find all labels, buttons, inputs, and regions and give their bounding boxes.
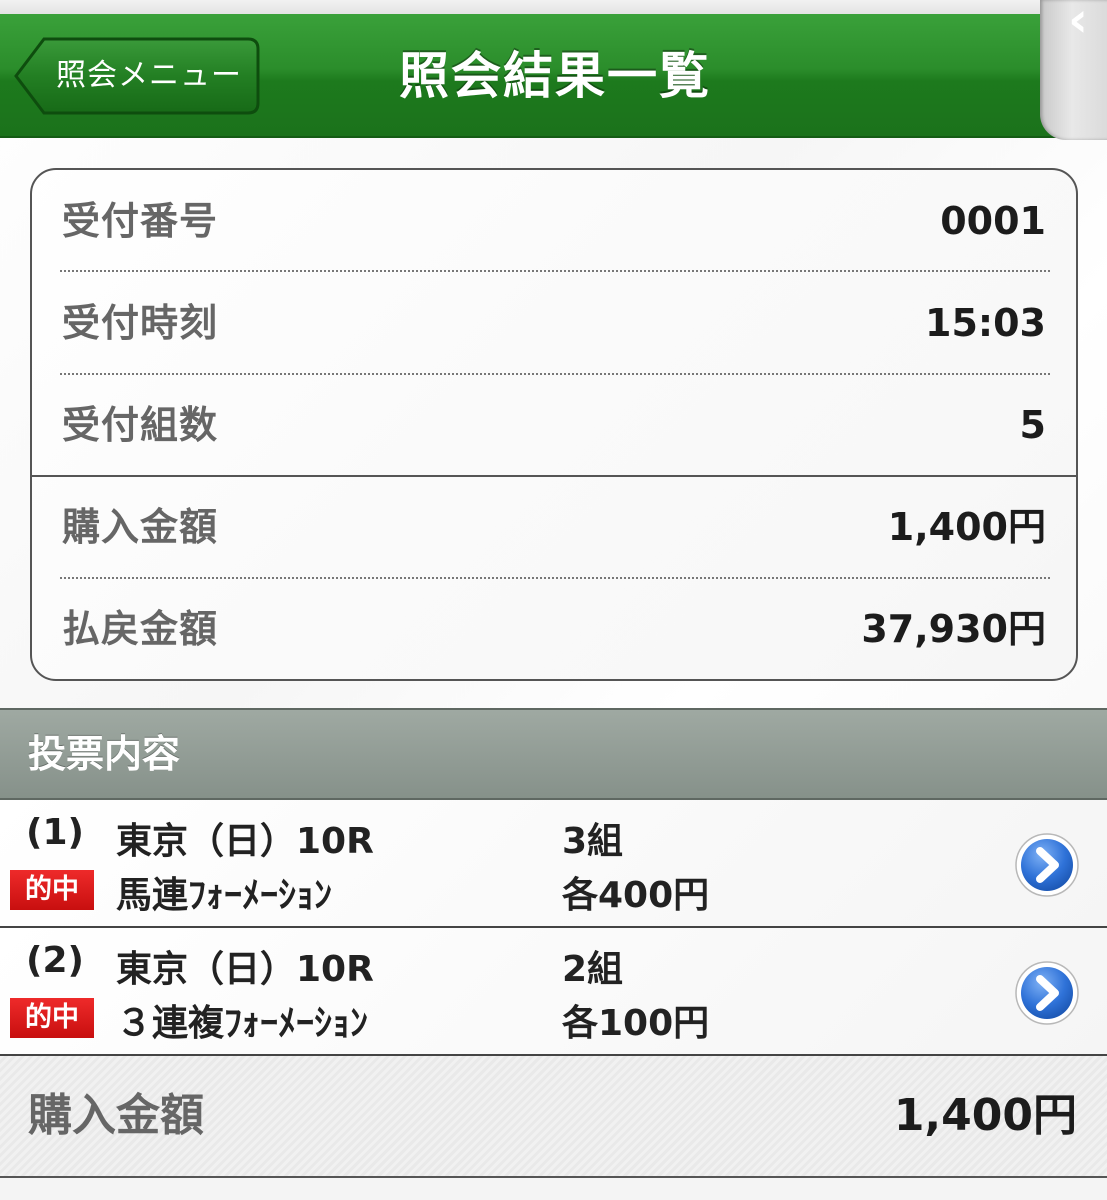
bet-row-1[interactable]: (1) 東京（日）10R 3組 的中 馬連ﾌｫｰﾒｰｼｮﾝ 各400円 xyxy=(0,800,1107,928)
bet-number: (1) xyxy=(26,812,84,853)
page-title: 照会結果一覧 xyxy=(399,47,711,105)
summary-row-receipt-number: 受付番号 0001 xyxy=(32,170,1076,272)
bet-race: 東京（日）10R xyxy=(116,821,374,862)
hit-badge: 的中 xyxy=(10,870,94,910)
summary-value: 0001 xyxy=(940,199,1046,243)
bet-combination-count: 3組 xyxy=(562,821,624,862)
footer-label: 購入金額 xyxy=(28,1090,204,1141)
chevron-right-circle-icon[interactable] xyxy=(1014,960,1080,1026)
chevron-right-circle-icon[interactable] xyxy=(1014,832,1080,898)
hit-badge: 的中 xyxy=(10,998,94,1038)
summary-label: 受付組数 xyxy=(62,403,219,447)
bottom-strip xyxy=(0,1178,1107,1200)
section-title: 投票内容 xyxy=(28,732,181,776)
bet-number: (2) xyxy=(26,940,84,981)
summary-value: 1,400円 xyxy=(887,505,1046,549)
back-button-label: 照会メニュー xyxy=(56,58,242,93)
side-drawer-tab[interactable]: ‹ xyxy=(1040,0,1107,140)
footer-value: 1,400円 xyxy=(893,1090,1077,1141)
chevron-left-icon: ‹ xyxy=(1068,0,1088,48)
summary-row-receipt-time: 受付時刻 15:03 xyxy=(32,272,1076,374)
summary-label: 受付時刻 xyxy=(62,301,219,345)
section-header-bet-details: 投票内容 xyxy=(0,708,1107,800)
back-to-menu-button[interactable]: 照会メニュー xyxy=(14,36,260,116)
summary-card: 受付番号 0001 受付時刻 15:03 受付組数 5 購入金額 1,400円 … xyxy=(30,168,1078,681)
bet-type: 馬連ﾌｫｰﾒｰｼｮﾝ xyxy=(116,875,333,916)
bet-race: 東京（日）10R xyxy=(116,949,374,990)
summary-row-payout-amount: 払戻金額 37,930円 xyxy=(32,578,1076,680)
bet-combination-count: 2組 xyxy=(562,949,624,990)
summary-row-combination-count: 受付組数 5 xyxy=(32,374,1076,476)
summary-value: 37,930円 xyxy=(861,607,1046,651)
summary-value: 15:03 xyxy=(925,301,1046,345)
summary-label: 受付番号 xyxy=(62,199,219,243)
bet-amount-each: 各400円 xyxy=(562,875,710,916)
summary-value: 5 xyxy=(1019,403,1046,447)
bet-row-2[interactable]: (2) 東京（日）10R 2組 的中 ３連複ﾌｫｰﾒｰｼｮﾝ 各100円 xyxy=(0,928,1107,1056)
summary-label: 購入金額 xyxy=(62,505,219,549)
footer-total: 購入金額 1,400円 xyxy=(0,1056,1107,1178)
header-bar: 照会メニュー 照会結果一覧 xyxy=(0,14,1107,138)
summary-row-purchase-amount: 購入金額 1,400円 xyxy=(32,476,1076,578)
top-strip xyxy=(0,0,1107,14)
bet-type: ３連複ﾌｫｰﾒｰｼｮﾝ xyxy=(116,1003,369,1044)
summary-label: 払戻金額 xyxy=(62,607,219,651)
bet-amount-each: 各100円 xyxy=(562,1003,710,1044)
